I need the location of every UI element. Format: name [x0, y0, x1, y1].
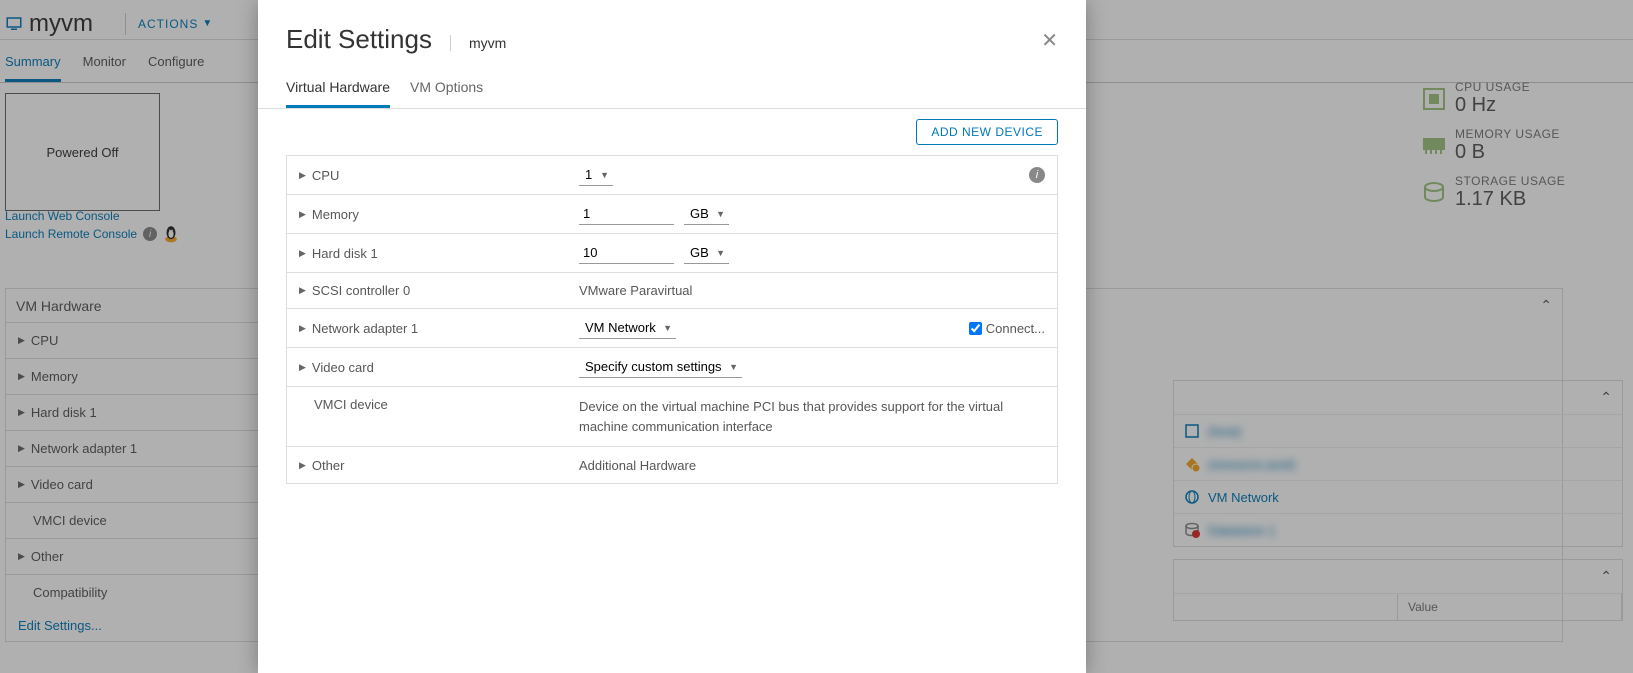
- disk-input[interactable]: [579, 242, 674, 264]
- video-select[interactable]: Specify custom settings ▼: [579, 356, 742, 378]
- disk-unit-select[interactable]: GB ▼: [684, 242, 729, 264]
- dev-row-video: ▶ Video card Specify custom settings ▼: [287, 348, 1057, 387]
- video-label: Video card: [312, 360, 374, 375]
- net-label: Network adapter 1: [312, 321, 418, 336]
- cpu-label: CPU: [312, 168, 339, 183]
- cpu-select-field[interactable]: 1: [579, 164, 613, 185]
- dev-row-disk: ▶ Hard disk 1 GB ▼: [287, 234, 1057, 273]
- info-icon[interactable]: i: [1029, 167, 1045, 183]
- chevron-right-icon[interactable]: ▶: [299, 460, 306, 471]
- chevron-right-icon[interactable]: ▶: [299, 362, 306, 373]
- dev-row-memory: ▶ Memory GB ▼: [287, 195, 1057, 234]
- network-select[interactable]: VM Network ▼: [579, 317, 676, 339]
- disk-unit-field[interactable]: GB: [684, 242, 729, 263]
- chevron-right-icon[interactable]: ▶: [299, 248, 306, 259]
- connect-text: Connect...: [986, 321, 1045, 336]
- chevron-right-icon[interactable]: ▶: [299, 170, 306, 181]
- tab-virtual-hardware[interactable]: Virtual Hardware: [286, 73, 390, 108]
- video-select-field[interactable]: Specify custom settings: [579, 356, 742, 377]
- disk-label: Hard disk 1: [312, 246, 378, 261]
- close-icon[interactable]: ✕: [1041, 28, 1058, 53]
- tab-vm-options[interactable]: VM Options: [410, 73, 483, 108]
- vmci-description: Device on the virtual machine PCI bus th…: [579, 397, 1045, 436]
- other-value: Additional Hardware: [579, 458, 696, 473]
- chevron-right-icon[interactable]: ▶: [299, 209, 306, 220]
- other-label: Other: [312, 458, 345, 473]
- memory-unit-field[interactable]: GB: [684, 203, 729, 224]
- vmci-label: VMCI device: [314, 397, 388, 412]
- connect-checkbox[interactable]: [969, 322, 982, 335]
- scsi-value: VMware Paravirtual: [579, 283, 692, 298]
- scsi-label: SCSI controller 0: [312, 283, 410, 298]
- chevron-right-icon[interactable]: ▶: [299, 323, 306, 334]
- chevron-right-icon[interactable]: ▶: [299, 285, 306, 296]
- network-select-field[interactable]: VM Network: [579, 317, 676, 338]
- add-new-device-button[interactable]: ADD NEW DEVICE: [916, 119, 1058, 145]
- memory-input[interactable]: [579, 203, 674, 225]
- dev-row-vmci: VMCI device Device on the virtual machin…: [287, 387, 1057, 447]
- dev-row-other: ▶ Other Additional Hardware: [287, 447, 1057, 483]
- dev-row-cpu: ▶ CPU 1 ▼ i: [287, 156, 1057, 195]
- dialog-subtitle: myvm: [450, 35, 506, 51]
- edit-settings-dialog: Edit Settings myvm ✕ Virtual Hardware VM…: [258, 0, 1086, 673]
- dev-row-network: ▶ Network adapter 1 VM Network ▼ Connect…: [287, 309, 1057, 348]
- dialog-title: Edit Settings: [286, 24, 432, 55]
- memory-unit-select[interactable]: GB ▼: [684, 203, 729, 225]
- connect-checkbox-label[interactable]: Connect...: [969, 321, 1045, 336]
- cpu-select[interactable]: 1 ▼: [579, 164, 613, 186]
- memory-label: Memory: [312, 207, 359, 222]
- dev-row-scsi: ▶ SCSI controller 0 VMware Paravirtual: [287, 273, 1057, 309]
